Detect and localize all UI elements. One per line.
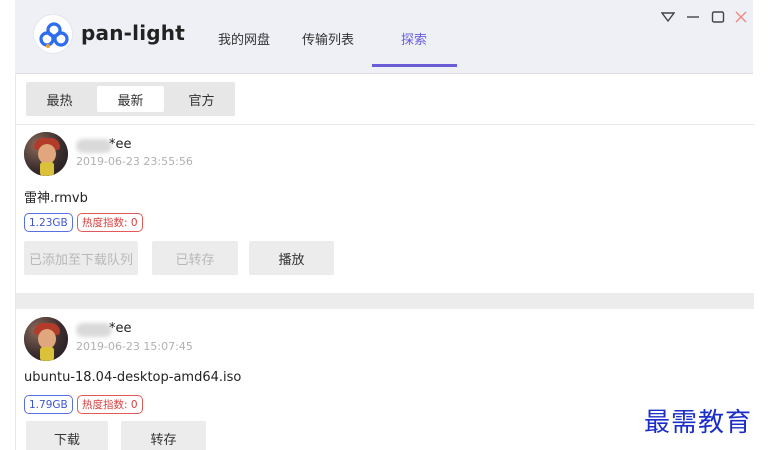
cloud-logo-icon [39,22,69,48]
file-name: 雷神.rmvb [24,191,88,206]
avatar[interactable] [24,317,68,361]
app-logo [33,14,73,54]
menu-down-icon[interactable] [659,8,677,26]
close-icon[interactable] [732,8,750,26]
subtab-newest[interactable]: 最新 [97,86,164,112]
heat-index-badge: 热度指数: 0 [77,395,143,414]
save-to-drive-button[interactable]: 转存 [121,421,206,450]
play-button[interactable]: 播放 [249,241,334,275]
avatar[interactable] [24,132,68,176]
saved-button[interactable]: 已转存 [152,241,238,275]
app-name: pan-light [81,21,185,45]
username-blurred [76,139,112,153]
sort-tabs: 最热 最新 官方 [26,82,235,116]
username: *ee [109,321,132,336]
subtab-hottest[interactable]: 最热 [26,82,93,116]
file-name: ubuntu-18.04-desktop-amd64.iso [24,370,242,385]
active-tab-indicator [372,64,457,67]
share-card: *ee 2019-06-23 23:55:56 雷神.rmvb 1.23GB 热… [16,125,754,293]
explore-content: 最热 最新 官方 *ee 2019-06-23 23:55:56 雷神.rmvb… [15,75,754,450]
title-bar: pan-light 我的网盘 传输列表 探索 [15,0,753,74]
watermark-text: 最需教育 [644,408,753,438]
post-timestamp: 2019-06-23 23:55:56 [76,155,193,168]
tab-explore[interactable]: 探索 [401,29,427,48]
file-size-badge: 1.79GB [24,395,73,414]
subtab-official[interactable]: 官方 [168,82,235,116]
card-separator [16,293,754,309]
file-size-badge: 1.23GB [24,213,73,232]
tab-transfer-list[interactable]: 传输列表 [302,29,354,48]
maximize-icon[interactable] [709,8,727,26]
added-to-download-queue-button[interactable]: 已添加至下载队列 [24,241,138,275]
heat-index-badge: 热度指数: 0 [77,213,143,232]
username-blurred [76,323,112,337]
tab-my-drive[interactable]: 我的网盘 [218,29,270,48]
download-button[interactable]: 下载 [26,421,108,450]
username: *ee [109,137,132,152]
minimize-icon[interactable] [684,8,702,26]
post-timestamp: 2019-06-23 15:07:45 [76,340,193,353]
